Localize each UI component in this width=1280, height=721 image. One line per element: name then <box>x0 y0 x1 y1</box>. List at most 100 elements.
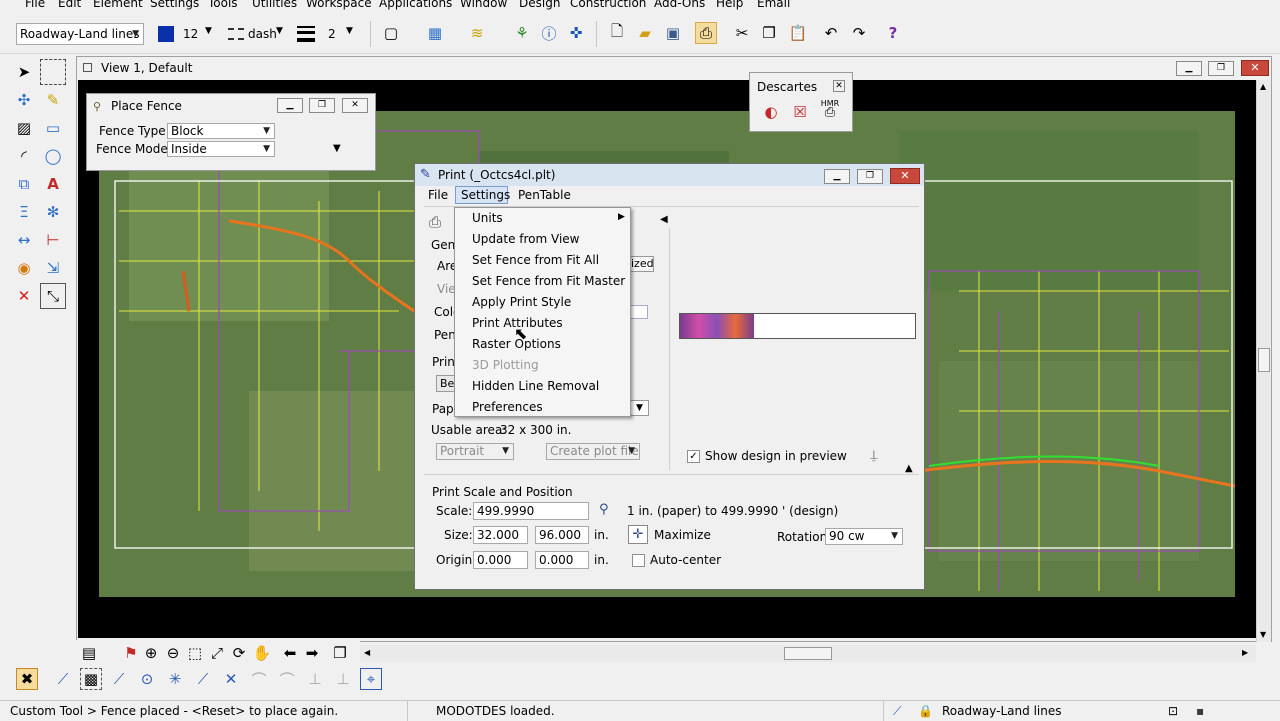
fence-circle-icon[interactable]: ⊙ <box>136 668 158 690</box>
close-button[interactable]: ✕ <box>342 98 368 113</box>
menu-item-hidden-line-removal[interactable]: Hidden Line Removal <box>472 379 599 393</box>
arc-icon[interactable]: ◜ <box>11 143 37 169</box>
line-style-icon[interactable] <box>228 28 244 40</box>
menu-utilities[interactable]: Utilities <box>252 0 297 11</box>
fence-line-icon[interactable]: ⟋ <box>108 668 130 690</box>
measure-icon[interactable]: ↔ <box>11 227 37 253</box>
fence-design-file-icon[interactable]: ⟋ <box>192 668 214 690</box>
view-menu-icon[interactable] <box>83 63 92 72</box>
open-folder-icon[interactable]: ▰ <box>634 22 656 44</box>
minimize-button[interactable]: ▁ <box>824 169 850 184</box>
palette-icon[interactable]: ◉ <box>11 255 37 281</box>
text-icon[interactable]: A <box>40 171 66 197</box>
save-icon[interactable]: ▣ <box>662 22 684 44</box>
printer-button[interactable]: Be <box>436 375 456 392</box>
undo-icon[interactable]: ↶ <box>820 22 842 44</box>
menu-item-preferences[interactable]: Preferences <box>472 400 543 414</box>
scroll-right-icon[interactable]: ▶ <box>1242 648 1248 657</box>
menu-construction[interactable]: Construction <box>570 0 646 11</box>
dimension-linear-icon[interactable]: ⊢ <box>40 227 66 253</box>
restore-button[interactable]: ❐ <box>1208 61 1234 76</box>
menu-tools[interactable]: Tools <box>208 0 238 11</box>
copy-icon[interactable]: ❐ <box>758 22 780 44</box>
rotate-view-icon[interactable]: ⟳ <box>228 642 250 664</box>
fit-view-icon[interactable]: ⤢ <box>206 642 228 664</box>
level-combo[interactable]: Roadway-Land lines ▼ <box>16 23 144 45</box>
rectangle-icon[interactable]: ▭ <box>40 115 66 141</box>
snap-icon[interactable]: ✜ <box>565 22 587 44</box>
zoom-in-icon[interactable]: ⊕ <box>140 642 162 664</box>
view-previous-icon[interactable]: ⬅ <box>279 642 301 664</box>
fence-modify-icon[interactable]: ⌖ <box>360 668 382 690</box>
print-icon[interactable]: ⎙ <box>695 22 717 44</box>
restore-button[interactable]: ❐ <box>309 98 335 113</box>
area-field[interactable]: ized <box>630 256 654 272</box>
chevron-down-icon[interactable]: ▼ <box>205 26 212 36</box>
menu-settings[interactable]: Settings <box>150 0 199 11</box>
preview-refresh-icon[interactable]: ⍊ <box>870 448 878 463</box>
select-arrow-icon[interactable]: ➤ <box>11 59 37 85</box>
menu-design[interactable]: Design <box>519 0 560 11</box>
fence-block-icon[interactable]: ✖ <box>16 668 38 690</box>
references-icon[interactable]: ⚘ <box>511 22 533 44</box>
delete-icon[interactable]: ✕ <box>11 283 37 309</box>
menu-help[interactable]: Help <box>716 0 743 11</box>
color-field[interactable] <box>630 305 648 319</box>
minimize-button[interactable]: ▁ <box>277 98 303 113</box>
menu-item-fence-fit-master[interactable]: Set Fence from Fit Master <box>472 274 625 288</box>
print-menu-file[interactable]: File <box>428 188 448 202</box>
print-menu-settings[interactable]: Settings <box>461 188 510 202</box>
snowflake-icon[interactable]: ✻ <box>40 199 66 225</box>
minimize-button[interactable]: ▁ <box>1176 61 1202 76</box>
fence-type-select[interactable]: Block ▼ <box>167 123 275 139</box>
vertical-scrollbar[interactable]: ▲ ▼ <box>1256 80 1271 642</box>
snap-mode-icon[interactable]: ⟋ <box>893 704 901 719</box>
menu-edit[interactable]: Edit <box>58 0 81 11</box>
fence-icon[interactable] <box>40 59 66 85</box>
scroll-left-icon[interactable]: ◀ <box>364 648 370 657</box>
modify-icon[interactable]: ✎ <box>40 87 66 113</box>
menu-add-ons[interactable]: Add-Ons <box>654 0 705 11</box>
view-attributes-icon[interactable]: ▤ <box>78 642 100 664</box>
chevron-down-icon[interactable]: ▼ <box>346 26 353 36</box>
copy-element-icon[interactable]: ⇲ <box>40 255 66 281</box>
design-model-icon[interactable]: ⊡ <box>1168 704 1178 718</box>
dimension-icon[interactable]: Ξ <box>11 199 37 225</box>
size-height-input[interactable]: 96.000 <box>535 526 589 544</box>
window-area-icon[interactable]: ⬚ <box>184 642 206 664</box>
scroll-up-icon[interactable]: ▲ <box>1260 82 1266 91</box>
maximize-icon[interactable]: ✛ <box>628 525 648 544</box>
close-button[interactable]: ✕ <box>833 80 845 92</box>
autocenter-checkbox[interactable] <box>632 554 645 567</box>
menu-item-fence-fit-all[interactable]: Set Fence from Fit All <box>472 253 599 267</box>
hmr-icon[interactable]: HMR ⎙ <box>818 99 842 119</box>
origin-y-input[interactable]: 0.000 <box>535 551 589 569</box>
expand-arrow-icon[interactable]: ▼ <box>333 143 341 154</box>
new-file-icon[interactable]: 🗋 <box>606 22 628 44</box>
cell-icon[interactable]: ⧉ <box>11 171 37 197</box>
hatch-icon[interactable]: ▨ <box>11 115 37 141</box>
horizontal-scrollbar[interactable]: ◀ ▶ <box>360 645 1256 662</box>
manipulate-icon[interactable]: ✣ <box>11 87 37 113</box>
fence-element-icon[interactable]: ▩ <box>80 668 102 690</box>
magnifier-icon[interactable]: ⚲ <box>599 502 609 517</box>
pan-view-icon[interactable]: ✋ <box>251 642 273 664</box>
rotation-select[interactable]: 90 cw ▼ <box>825 528 903 545</box>
menu-element[interactable]: Element <box>93 0 143 11</box>
lock-icon[interactable]: 🔒 <box>918 704 933 718</box>
circle-icon[interactable]: ◯ <box>40 143 66 169</box>
scale-icon[interactable]: ⤡ <box>40 283 66 309</box>
menu-item-units[interactable]: Units <box>472 211 503 225</box>
zoom-out-icon[interactable]: ⊖ <box>162 642 184 664</box>
levels-icon[interactable]: ≋ <box>466 22 488 44</box>
menu-item-update-from-view[interactable]: Update from View <box>472 232 580 246</box>
menu-window[interactable]: Window <box>460 0 507 11</box>
color-swatch[interactable] <box>158 26 174 42</box>
show-design-checkbox[interactable]: ✓ <box>687 450 700 463</box>
print-preview[interactable] <box>679 313 916 339</box>
vertical-scroll-thumb[interactable] <box>1258 348 1270 372</box>
copy-view-icon[interactable]: ❐ <box>329 642 351 664</box>
raster-unload-icon[interactable]: ☒ <box>789 101 811 123</box>
horizontal-scroll-thumb[interactable] <box>784 647 832 660</box>
views-icon[interactable]: ▦ <box>424 22 446 44</box>
